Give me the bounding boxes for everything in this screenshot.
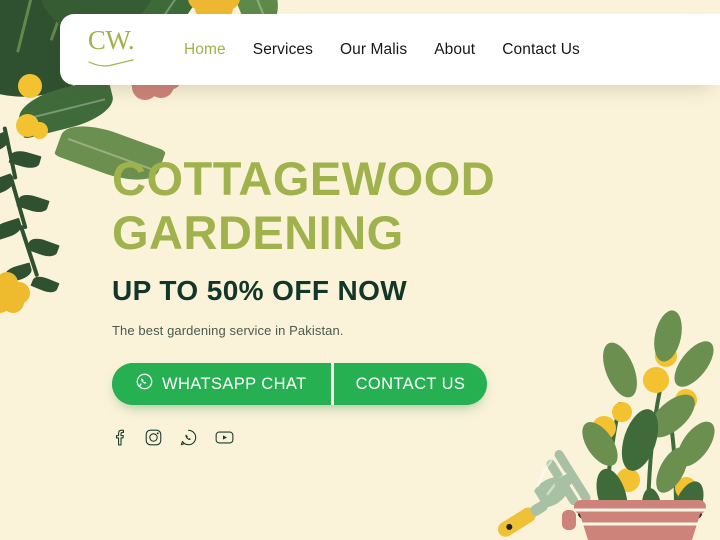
hero-subtitle: UP TO 50% OFF NOW — [112, 275, 408, 307]
whatsapp-chat-button[interactable]: WHATSAPP CHAT — [112, 363, 331, 406]
landing-page: CW. Home Services Our Malis About Contac… — [0, 0, 720, 540]
berry-2 — [16, 114, 39, 137]
instagram-icon[interactable] — [145, 429, 162, 451]
cta-button-group: WHATSAPP CHAT CONTACT US — [112, 363, 488, 406]
nav-item-home[interactable]: Home — [184, 41, 226, 59]
berry-1 — [18, 74, 42, 98]
left-leaf-1 — [14, 76, 118, 140]
nav-item-our-malis[interactable]: Our Malis — [340, 41, 407, 59]
youtube-icon[interactable] — [215, 430, 234, 450]
social-links — [112, 429, 582, 451]
whatsapp-icon[interactable] — [180, 429, 197, 451]
logo-text: CW. — [87, 24, 135, 55]
site-header: CW. Home Services Our Malis About Contac… — [60, 14, 720, 85]
nav-item-services[interactable]: Services — [253, 41, 313, 59]
nav-item-about[interactable]: About — [434, 41, 475, 59]
garden-fork — [468, 440, 598, 540]
main-navigation: Home Services Our Malis About Contact Us — [184, 41, 580, 59]
contact-us-button[interactable]: CONTACT US — [333, 363, 488, 406]
hero-title-line-2: GARDENING — [112, 205, 404, 259]
logo-swash-icon — [88, 55, 134, 73]
nav-item-contact-us[interactable]: Contact Us — [502, 41, 580, 59]
hero-tagline: The best gardening service in Pakistan. — [112, 323, 344, 339]
berry-3 — [31, 122, 48, 139]
trailing-vine-left — [0, 126, 64, 306]
cw-monogram-logo[interactable]: CW. — [82, 24, 140, 73]
contact-us-label: CONTACT US — [355, 374, 466, 393]
whatsapp-icon — [136, 373, 153, 395]
small-sage-leaf — [552, 472, 576, 492]
whatsapp-chat-label: WHATSAPP CHAT — [162, 374, 307, 393]
hero-section: COTTAGEWOOD GARDENING UP TO 50% OFF NOW … — [112, 152, 582, 451]
hero-title-line-1: COTTAGEWOOD — [112, 152, 496, 205]
yellow-flower-left — [0, 272, 30, 314]
hero-title: COTTAGEWOOD GARDENING — [112, 152, 582, 259]
facebook-icon[interactable] — [112, 429, 127, 451]
